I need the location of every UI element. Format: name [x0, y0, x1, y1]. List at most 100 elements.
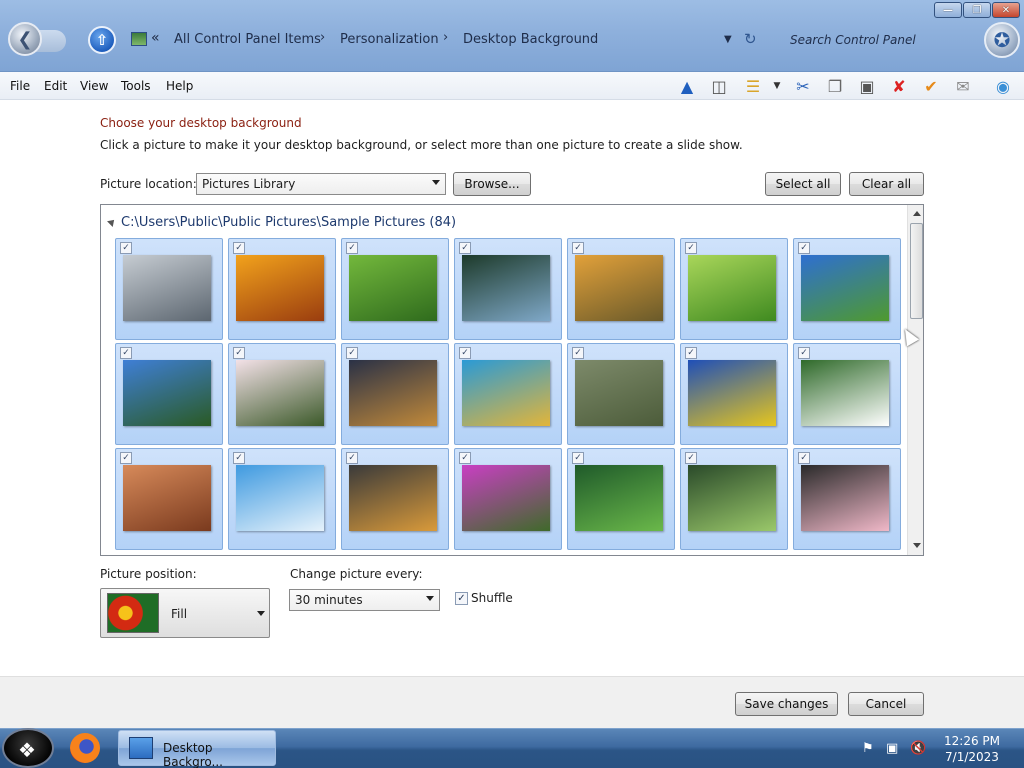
thumbnail-checkbox[interactable]: ✓ [459, 452, 471, 464]
copy-icon[interactable]: ❐ [824, 76, 846, 96]
internet-icon[interactable]: ◉ [992, 76, 1014, 96]
breadcrumb-overflow-icon[interactable]: « [151, 30, 160, 46]
menu-help[interactable]: Help [166, 79, 193, 93]
thumbnail-checkbox[interactable]: ✓ [233, 452, 245, 464]
picture-thumbnail[interactable]: ✓ [567, 343, 675, 445]
scroll-down-icon[interactable] [913, 543, 921, 548]
thumbnail-checkbox[interactable]: ✓ [120, 347, 132, 359]
picture-thumbnail[interactable]: ✓ [793, 238, 901, 340]
picture-location-label: Picture location: [100, 177, 197, 191]
firefox-icon[interactable] [70, 733, 100, 763]
scroll-thumb[interactable] [910, 223, 923, 319]
thumbnail-checkbox[interactable]: ✓ [798, 242, 810, 254]
shuffle-checkbox[interactable]: ✓ [455, 592, 468, 605]
folders-icon[interactable]: ☰ [742, 76, 764, 96]
start-button[interactable]: ❖ [2, 728, 54, 768]
picture-thumbnail[interactable]: ✓ [680, 238, 788, 340]
delete-icon[interactable]: ✘ [888, 76, 910, 96]
breadcrumb-item[interactable]: Personalization [340, 32, 439, 47]
thumbnail-checkbox[interactable]: ✓ [685, 452, 697, 464]
clock-date: 7/1/2023 [945, 750, 999, 764]
action-center-flag-icon[interactable]: ⚑ [862, 741, 874, 756]
picture-thumbnail[interactable]: ✓ [115, 238, 223, 340]
thumbnail-checkbox[interactable]: ✓ [685, 347, 697, 359]
thumbnail-checkbox[interactable]: ✓ [459, 242, 471, 254]
close-button[interactable]: ✕ [992, 2, 1020, 18]
picture-thumbnail[interactable]: ✓ [793, 448, 901, 550]
picture-thumbnail[interactable]: ✓ [341, 448, 449, 550]
panes-icon[interactable]: ◫ [708, 76, 730, 96]
clear-all-button[interactable]: Clear all [849, 172, 924, 196]
thumbnail-checkbox[interactable]: ✓ [346, 452, 358, 464]
thumbnail-checkbox[interactable]: ✓ [346, 242, 358, 254]
picture-thumbnail[interactable]: ✓ [228, 448, 336, 550]
picture-thumbnail[interactable]: ✓ [115, 448, 223, 550]
picture-location-select[interactable]: Pictures Library [196, 173, 446, 195]
breadcrumb-chevron-icon[interactable]: › [443, 30, 448, 45]
search-input[interactable]: Search Control Panel [790, 33, 916, 47]
picture-thumbnail[interactable]: ✓ [567, 448, 675, 550]
picture-location-value: Pictures Library [202, 177, 296, 191]
thumbnail-checkbox[interactable]: ✓ [685, 242, 697, 254]
menu-view[interactable]: View [80, 79, 108, 93]
change-every-select[interactable]: 30 minutes [289, 589, 440, 611]
picture-thumbnail[interactable]: ✓ [341, 343, 449, 445]
menu-edit[interactable]: Edit [44, 79, 67, 93]
picture-position-select[interactable]: Fill [100, 588, 270, 638]
breadcrumb-item[interactable]: All Control Panel Items [174, 32, 321, 47]
vertical-scrollbar[interactable] [907, 205, 923, 555]
menu-tools[interactable]: Tools [121, 79, 151, 93]
back-button[interactable]: ❮ [8, 22, 42, 56]
taskbar-window-button[interactable]: Desktop Backgro... [118, 730, 276, 768]
breadcrumb-item[interactable]: Desktop Background [463, 32, 598, 47]
address-dropdown-icon[interactable]: ▼ [724, 34, 732, 45]
thumbnail-checkbox[interactable]: ✓ [120, 242, 132, 254]
group-header[interactable]: C:\Users\Public\Public Pictures\Sample P… [107, 215, 456, 230]
thumbnail-image [575, 255, 663, 321]
email-icon[interactable]: ✉ [952, 76, 974, 96]
up-folder-icon[interactable]: ▲ [676, 76, 698, 96]
thumbnail-checkbox[interactable]: ✓ [233, 347, 245, 359]
thumbnail-checkbox[interactable]: ✓ [798, 452, 810, 464]
cut-icon[interactable]: ✂ [792, 76, 814, 96]
picture-thumbnail[interactable]: ✓ [341, 238, 449, 340]
minimize-button[interactable]: — [934, 2, 962, 18]
scroll-up-icon[interactable] [913, 211, 921, 216]
picture-thumbnail[interactable]: ✓ [680, 448, 788, 550]
volume-muted-icon[interactable]: 🔇 [910, 741, 926, 756]
thumbnail-checkbox[interactable]: ✓ [572, 452, 584, 464]
network-icon[interactable]: ▣ [886, 741, 898, 756]
thumbnail-checkbox[interactable]: ✓ [346, 347, 358, 359]
picture-thumbnail[interactable]: ✓ [115, 343, 223, 445]
save-changes-button[interactable]: Save changes [735, 692, 838, 716]
taskbar-clock[interactable]: 12:26 PM 7/1/2023 [944, 733, 1000, 765]
maximize-button[interactable]: ❐ [963, 2, 991, 18]
menu-file[interactable]: File [10, 79, 30, 93]
select-all-button[interactable]: Select all [765, 172, 841, 196]
breadcrumb-chevron-icon[interactable]: › [320, 30, 325, 45]
thumbnail-image [801, 360, 889, 426]
picture-thumbnail[interactable]: ✓ [793, 343, 901, 445]
paste-icon[interactable]: ▣ [856, 76, 878, 96]
thumbnail-checkbox[interactable]: ✓ [459, 347, 471, 359]
help-icon[interactable]: ✪ [984, 22, 1020, 58]
thumbnail-checkbox[interactable]: ✓ [572, 347, 584, 359]
thumbnail-checkbox[interactable]: ✓ [572, 242, 584, 254]
thumbnail-checkbox[interactable]: ✓ [798, 347, 810, 359]
browse-button[interactable]: Browse... [453, 172, 531, 196]
up-button[interactable]: ⇧ [88, 26, 116, 54]
picture-thumbnail[interactable]: ✓ [680, 343, 788, 445]
picture-thumbnail[interactable]: ✓ [228, 343, 336, 445]
picture-thumbnail[interactable]: ✓ [454, 238, 562, 340]
refresh-icon[interactable]: ↻ [744, 30, 757, 48]
collapse-icon[interactable] [107, 217, 117, 227]
thumbnail-checkbox[interactable]: ✓ [120, 452, 132, 464]
cancel-button[interactable]: Cancel [848, 692, 924, 716]
picture-thumbnail[interactable]: ✓ [454, 343, 562, 445]
thumbnail-checkbox[interactable]: ✓ [233, 242, 245, 254]
picture-thumbnail[interactable]: ✓ [567, 238, 675, 340]
picture-thumbnail[interactable]: ✓ [228, 238, 336, 340]
views-dropdown-icon[interactable]: ▼ [770, 76, 784, 96]
properties-icon[interactable]: ✔ [920, 76, 942, 96]
picture-thumbnail[interactable]: ✓ [454, 448, 562, 550]
